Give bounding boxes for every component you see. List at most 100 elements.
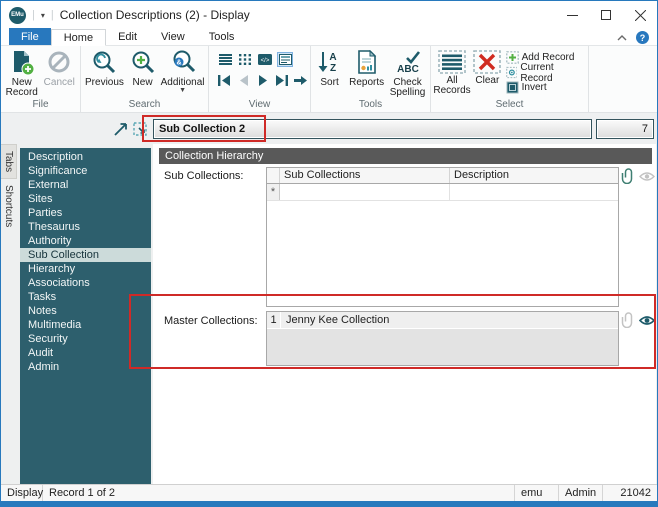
goto-record-icon[interactable] (293, 73, 308, 87)
side-tab-shortcuts[interactable]: Shortcuts (1, 179, 16, 233)
group-label-search: Search (128, 99, 161, 110)
last-record-icon[interactable] (274, 73, 289, 87)
previous-record-icon[interactable] (236, 73, 251, 87)
current-record-button[interactable]: Current Record (505, 62, 582, 84)
maximize-button[interactable] (589, 1, 623, 29)
cancel-button[interactable]: Cancel (41, 48, 79, 88)
sidebar-item-multimedia[interactable]: Multimedia (20, 318, 151, 332)
column-header-description: Description (454, 169, 510, 181)
tabs-sidebar: Description Significance External Sites … (20, 148, 151, 484)
group-label-file: File (32, 99, 49, 110)
first-record-icon[interactable] (217, 73, 232, 87)
sub-collections-cell[interactable] (280, 184, 450, 200)
close-button[interactable] (623, 1, 657, 29)
body-area: Tabs Shortcuts Description Significance … (1, 144, 657, 484)
sidebar-item-sites[interactable]: Sites (20, 192, 151, 206)
svg-text:ABC: ABC (397, 64, 419, 75)
view-attachment-icon[interactable] (639, 171, 655, 182)
master-collection-value[interactable]: Jenny Kee Collection (281, 312, 618, 328)
tab-view[interactable]: View (149, 28, 197, 45)
side-tab-tabs[interactable]: Tabs (1, 144, 17, 180)
current-record-icon (505, 66, 518, 79)
reports-icon (357, 50, 376, 74)
next-record-icon[interactable] (255, 73, 270, 87)
ribbon: New Record Cancel File Previous New & Ad… (1, 46, 657, 113)
text-view-icon[interactable]: </> (257, 52, 273, 67)
new-row-marker: * (267, 184, 280, 200)
new-search-button[interactable]: New (126, 48, 159, 88)
sidebar-item-security[interactable]: Security (20, 332, 151, 346)
group-label-select: Select (495, 99, 524, 110)
record-summary-bar[interactable]: Sub Collection 2 (153, 118, 592, 139)
tab-file[interactable]: File (9, 28, 51, 45)
collapse-ribbon-icon[interactable] (617, 34, 627, 41)
new-record-button[interactable]: New Record (3, 48, 41, 98)
sidebar-item-significance[interactable]: Significance (20, 164, 151, 178)
svg-text:</>: </> (261, 58, 270, 64)
master-collection-row[interactable]: 1 Jenny Kee Collection (267, 312, 618, 329)
sidebar-item-associations[interactable]: Associations (20, 276, 151, 290)
all-records-button[interactable]: All Records (433, 48, 471, 96)
select-record-icon[interactable] (133, 121, 147, 136)
tab-tools[interactable]: Tools (197, 28, 247, 45)
attach-icon[interactable] (621, 312, 636, 328)
grid-view-icon[interactable] (237, 52, 253, 67)
view-attachment-icon[interactable] (639, 315, 655, 326)
sidebar-item-parties[interactable]: Parties (20, 206, 151, 220)
reports-button[interactable]: Reports (346, 48, 387, 88)
group-label-tools: Tools (358, 99, 383, 110)
section-header: Collection Hierarchy (159, 148, 652, 164)
check-spelling-button[interactable]: ABC Check Spelling (387, 48, 428, 98)
sidebar-item-sub-collection[interactable]: Sub Collection (20, 248, 151, 262)
window-bottom-border (1, 501, 657, 506)
status-code: 21042 (620, 487, 651, 499)
app-window: EMu | ▾ | Collection Descriptions (2) - … (0, 0, 658, 507)
svg-text:Z: Z (330, 63, 336, 74)
help-icon[interactable]: ? (636, 31, 649, 44)
invert-selection-button[interactable]: Invert (506, 81, 582, 94)
description-cell[interactable] (450, 184, 618, 200)
new-search-icon (132, 51, 154, 74)
sort-button[interactable]: A Z Sort (313, 48, 346, 88)
title-bar: EMu | ▾ | Collection Descriptions (2) - … (1, 1, 657, 29)
row-number: 1 (267, 312, 281, 328)
status-mode: Display (1, 485, 43, 501)
sort-icon: A Z (318, 52, 336, 74)
tab-home[interactable]: Home (50, 29, 107, 46)
pointer-cursor-icon[interactable] (114, 122, 127, 136)
sidebar-item-notes[interactable]: Notes (20, 304, 151, 318)
additional-dropdown-caret-icon[interactable]: ▼ (179, 87, 186, 94)
titlebar-divider: | (50, 9, 54, 21)
tab-edit[interactable]: Edit (106, 28, 149, 45)
sidebar-item-thesaurus[interactable]: Thesaurus (20, 220, 151, 234)
status-bar: Display Record 1 of 2 emu Admin 21042 (1, 484, 657, 501)
details-view-icon[interactable] (277, 52, 293, 67)
ribbon-tab-strip: File Home Edit View Tools ? (1, 28, 657, 46)
invert-selection-icon (506, 81, 519, 94)
master-collections-label: Master Collections: (164, 315, 258, 327)
row-header-corner (267, 168, 280, 183)
titlebar-divider: | (32, 9, 35, 21)
sidebar-item-description[interactable]: Description (20, 150, 151, 164)
additional-search-button[interactable]: & Additional ▼ (159, 48, 206, 94)
table-row[interactable]: * (267, 184, 618, 201)
sidebar-item-authority[interactable]: Authority (20, 234, 151, 248)
clear-selection-button[interactable]: Clear (471, 48, 504, 86)
status-server: emu (515, 485, 559, 501)
previous-search-icon (93, 51, 116, 74)
sidebar-item-external[interactable]: External (20, 178, 151, 192)
previous-search-button[interactable]: Previous (83, 48, 126, 88)
ribbon-group-file: New Record Cancel File (1, 46, 81, 112)
sidebar-item-hierarchy[interactable]: Hierarchy (20, 262, 151, 276)
minimize-button[interactable] (555, 1, 589, 29)
attach-icon[interactable] (621, 168, 636, 184)
sidebar-item-admin[interactable]: Admin (20, 360, 151, 374)
sub-collections-table[interactable]: Sub Collections Description * (266, 167, 619, 307)
sidebar-item-audit[interactable]: Audit (20, 346, 151, 360)
record-summary-row: Sub Collection 2 7 (1, 113, 657, 144)
quick-access-caret-icon[interactable]: ▾ (41, 11, 45, 20)
list-view-icon[interactable] (217, 52, 233, 67)
master-collections-grid[interactable]: 1 Jenny Kee Collection (266, 311, 619, 366)
sidebar-item-tasks[interactable]: Tasks (20, 290, 151, 304)
new-record-icon (13, 51, 35, 76)
